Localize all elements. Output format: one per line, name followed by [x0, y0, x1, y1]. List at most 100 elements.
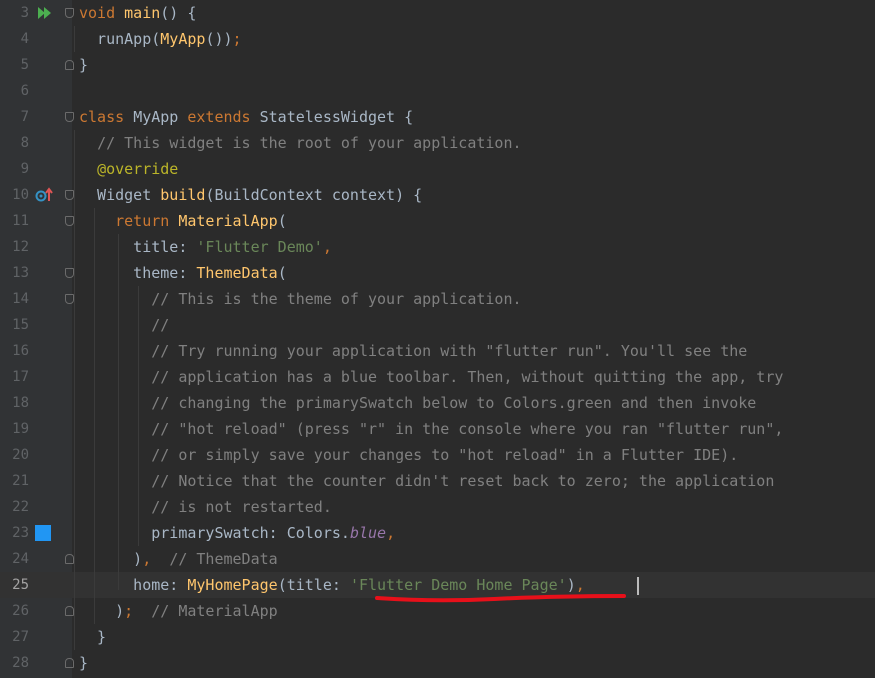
code-line[interactable]: 21 // Notice that the counter didn't res…	[0, 468, 875, 494]
indent-guide	[74, 130, 75, 650]
code-token: MyApp	[160, 30, 206, 48]
code-token: title:	[79, 238, 197, 256]
code-line[interactable]: 14 // This is the theme of your applicat…	[0, 286, 875, 312]
code-token: MaterialApp	[178, 212, 278, 230]
fold-marker-icon[interactable]	[65, 216, 74, 226]
fold-marker-icon[interactable]	[65, 294, 74, 304]
fold-marker-icon[interactable]	[65, 8, 74, 18]
code-token: return	[115, 212, 179, 230]
indent-guide	[118, 234, 119, 590]
code-line[interactable]: 24 ), // ThemeData	[0, 546, 875, 572]
code-line[interactable]: 5}	[0, 52, 875, 78]
code-token: // is not restarted.	[151, 498, 332, 516]
code-token: primarySwatch: Colors.	[79, 524, 350, 542]
code-line[interactable]: 20 // or simply save your changes to "ho…	[0, 442, 875, 468]
code-token: build	[160, 186, 206, 204]
code-line[interactable]: 10 Widget build(BuildContext context) {	[0, 182, 875, 208]
code-text[interactable]: // Notice that the counter didn't reset …	[79, 468, 774, 494]
code-text[interactable]: primarySwatch: Colors.blue,	[79, 520, 395, 546]
code-text[interactable]: void main() {	[79, 0, 196, 26]
fold-marker-icon[interactable]	[65, 658, 74, 668]
code-text[interactable]: // This is the theme of your application…	[79, 286, 522, 312]
run-icon[interactable]	[37, 6, 53, 20]
line-number: 17	[12, 369, 29, 385]
code-line[interactable]: 19 // "hot reload" (press "r" in the con…	[0, 416, 875, 442]
code-token: // This is the theme of your application…	[151, 290, 522, 308]
code-token: }	[79, 56, 89, 74]
code-token: // This widget is the root of your appli…	[97, 134, 522, 152]
code-line[interactable]: 17 // application has a blue toolbar. Th…	[0, 364, 875, 390]
code-token: (	[277, 212, 287, 230]
code-line[interactable]: 4 runApp(MyApp());	[0, 26, 875, 52]
code-token: // application has a blue toolbar. Then,…	[151, 368, 784, 386]
fold-marker-icon[interactable]	[65, 268, 74, 278]
fold-marker-icon[interactable]	[65, 554, 74, 564]
code-line[interactable]: 15 //	[0, 312, 875, 338]
code-line[interactable]: 13 theme: ThemeData(	[0, 260, 875, 286]
code-editor[interactable]: 3 void main() {4 runApp(MyApp()); 5} 6 7 clas…	[0, 0, 875, 678]
code-token: home:	[79, 576, 188, 594]
code-token: ())	[205, 30, 233, 48]
code-line[interactable]: 9 @override	[0, 156, 875, 182]
code-text[interactable]: theme: ThemeData(	[79, 260, 287, 286]
code-line[interactable]: 23 primarySwatch: Colors.blue,	[0, 520, 875, 546]
code-token: Widget	[79, 186, 161, 204]
code-text[interactable]: ), // ThemeData	[79, 546, 278, 572]
code-text[interactable]: // Try running your application with "fl…	[79, 338, 747, 364]
code-token: (	[277, 264, 287, 282]
code-text[interactable]: }	[79, 52, 88, 78]
code-token: MyApp	[133, 108, 188, 126]
override-icon[interactable]	[35, 187, 53, 203]
code-token: )	[79, 550, 143, 568]
color-swatch-icon[interactable]	[35, 525, 51, 541]
code-text[interactable]: // "hot reload" (press "r" in the consol…	[79, 416, 783, 442]
code-text[interactable]: // or simply save your changes to "hot r…	[79, 442, 738, 468]
code-token: ,	[322, 238, 332, 256]
code-text[interactable]: Widget build(BuildContext context) {	[79, 182, 422, 208]
fold-marker-icon[interactable]	[65, 606, 74, 616]
line-number: 7	[20, 109, 29, 125]
code-line[interactable]: 8 // This widget is the root of your app…	[0, 130, 875, 156]
code-line[interactable]: 16 // Try running your application with …	[0, 338, 875, 364]
code-token: (BuildContext context) {	[205, 186, 423, 204]
line-number: 15	[12, 317, 29, 333]
code-text[interactable]: // This widget is the root of your appli…	[79, 130, 522, 156]
code-line[interactable]: 22 // is not restarted.	[0, 494, 875, 520]
code-line[interactable]: 7 class MyApp extends StatelessWidget {	[0, 104, 875, 130]
code-line[interactable]: 18 // changing the primarySwatch below t…	[0, 390, 875, 416]
code-line[interactable]: 11 return MaterialApp(	[0, 208, 875, 234]
fold-marker-icon[interactable]	[65, 112, 74, 122]
code-text[interactable]: @override	[79, 156, 178, 182]
code-text[interactable]: // is not restarted.	[79, 494, 332, 520]
code-line[interactable]: 6	[0, 78, 875, 104]
code-text[interactable]: // changing the primarySwatch below to C…	[79, 390, 756, 416]
code-token: extends	[187, 108, 260, 126]
line-number: 22	[12, 499, 29, 515]
code-text[interactable]: }	[79, 650, 88, 676]
indent-guide	[94, 208, 95, 624]
code-text[interactable]: class MyApp extends StatelessWidget {	[79, 104, 413, 130]
fold-marker-icon[interactable]	[65, 60, 74, 70]
code-token: }	[79, 628, 107, 646]
code-text[interactable]: runApp(MyApp());	[79, 26, 242, 52]
code-line[interactable]: 3 void main() {	[0, 0, 875, 26]
code-text[interactable]: title: 'Flutter Demo',	[79, 234, 332, 260]
code-line[interactable]: 27 }	[0, 624, 875, 650]
code-line[interactable]: 12 title: 'Flutter Demo',	[0, 234, 875, 260]
code-line[interactable]: 28}	[0, 650, 875, 676]
fold-marker-icon[interactable]	[65, 190, 74, 200]
code-token: void	[79, 4, 116, 22]
line-number: 9	[20, 161, 29, 177]
code-text[interactable]: // application has a blue toolbar. Then,…	[79, 364, 783, 390]
code-text[interactable]: //	[79, 312, 169, 338]
code-text[interactable]: return MaterialApp(	[79, 208, 287, 234]
code-text[interactable]: }	[79, 624, 106, 650]
code-text[interactable]: ); // MaterialApp	[79, 598, 278, 624]
code-token: // or simply save your changes to "hot r…	[151, 446, 739, 464]
